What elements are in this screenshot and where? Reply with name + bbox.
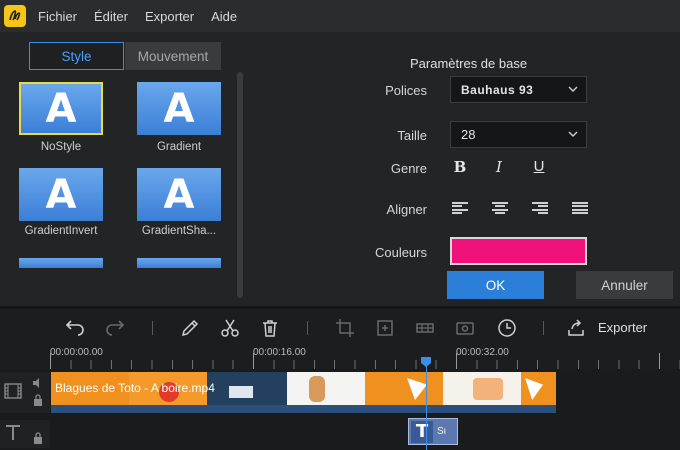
video-clip[interactable]: Blagues de Toto - A boire.mp4 [51,372,556,405]
genre-label: Genre [390,161,427,176]
align-center-icon[interactable] [492,202,508,214]
film-icon [4,383,22,399]
video-track-header [0,372,50,413]
underline-button[interactable]: U [530,158,548,175]
timeline-toolbar: Exporter [0,309,680,347]
timeline-ruler[interactable]: 00:00:00.00 00:00:16.00 00:00:32.00 [0,347,680,369]
chevron-down-icon [568,86,578,92]
font-label: Polices [385,83,427,98]
size-label: Taille [397,128,427,143]
zoom-frame-icon[interactable] [375,318,395,338]
align-label: Aligner [386,202,427,217]
freeze-frame-icon[interactable] [455,318,475,338]
speaker-icon[interactable] [32,378,44,388]
toolbar-separator [307,321,308,335]
align-right-icon[interactable] [532,202,548,214]
menu-exporter[interactable]: Exporter [145,9,194,24]
text-clip-name: Sι [437,426,446,437]
style-tile-gradientshadow[interactable]: A [137,168,221,221]
style-label-gradientinvert: GradientInvert [24,225,98,237]
italic-button[interactable]: I [490,158,508,176]
text-track-header [0,420,50,448]
text-clip-icon: T [411,420,433,443]
params-title: Paramètres de base [410,56,528,71]
style-glyph: A [163,85,195,132]
tab-mouvement[interactable]: Mouvement [125,42,221,70]
export-icon[interactable] [566,318,586,338]
style-glyph: A [163,171,195,218]
clip-thumbnail [443,372,521,405]
clip-thumbnail [365,372,443,405]
crop-icon[interactable] [335,318,355,338]
style-tile-gradient[interactable]: A [137,82,221,135]
trash-icon[interactable] [260,318,280,338]
ruler-ticks [50,360,680,369]
style-glyph: A [45,171,77,218]
mosaic-icon[interactable] [415,318,435,338]
undo-icon[interactable] [65,318,85,338]
color-swatch[interactable] [450,237,587,265]
style-label-nostyle: NoStyle [40,141,82,153]
menu-bar: Fichier Éditer Exporter Aide [0,0,680,32]
redo-icon[interactable] [105,318,125,338]
clip-thumbnail [207,372,287,405]
color-label: Couleurs [374,245,427,260]
size-dropdown[interactable]: 28 [450,121,587,148]
text-style-panel: Style Mouvement A NoStyle A Gradient A G… [0,32,680,306]
font-value: Bauhaus 93 [461,82,534,97]
menu-fichier[interactable]: Fichier [38,9,77,24]
lock-icon[interactable] [33,394,43,406]
pencil-icon[interactable] [180,318,200,338]
style-label-gradientshadow: GradientSha... [141,225,217,237]
ruler-major-tick [659,353,660,369]
audio-waveform-strip [51,405,556,413]
menu-editer[interactable]: Éditer [94,9,128,24]
text-track-icon [6,425,20,440]
ruler-major-tick [50,353,51,369]
text-clip[interactable]: T Sι [408,418,458,445]
lock-icon[interactable] [33,432,43,444]
style-tile-nostyle[interactable]: A [19,82,103,135]
playhead[interactable] [426,358,427,450]
font-dropdown[interactable]: Bauhaus 93 [450,76,587,103]
export-button[interactable]: Exporter [598,320,647,335]
style-tile-partial[interactable] [137,258,221,268]
style-label-gradient: Gradient [156,141,202,153]
chevron-down-icon [568,131,578,137]
time-label: 00:00:00.00 [50,347,103,358]
app-logo-icon [4,5,26,27]
toolbar-separator [152,321,153,335]
clip-thumbnail [287,372,365,405]
clip-thumbnail [521,372,556,405]
time-label: 00:00:32.00 [456,347,509,358]
duration-clock-icon[interactable] [497,318,517,338]
toolbar-separator [543,321,544,335]
size-value: 28 [461,127,476,142]
style-tile-gradientinvert[interactable]: A [19,168,103,221]
menu-aide[interactable]: Aide [211,9,237,24]
style-tile-partial[interactable] [19,258,103,268]
scissors-icon[interactable] [220,318,240,338]
align-justify-icon[interactable] [572,202,588,214]
align-left-icon[interactable] [452,202,468,214]
ruler-major-tick [456,353,457,369]
style-glyph: A [45,85,77,132]
ruler-major-tick [253,353,254,369]
bold-button[interactable]: B [451,158,469,176]
cancel-button[interactable]: Annuler [576,271,673,299]
time-label: 00:00:16.00 [253,347,306,358]
style-scrollbar[interactable] [237,72,243,298]
tab-style[interactable]: Style [29,42,124,70]
ok-button[interactable]: OK [447,271,544,299]
video-clip-title: Blagues de Toto - A boire.mp4 [55,381,215,395]
